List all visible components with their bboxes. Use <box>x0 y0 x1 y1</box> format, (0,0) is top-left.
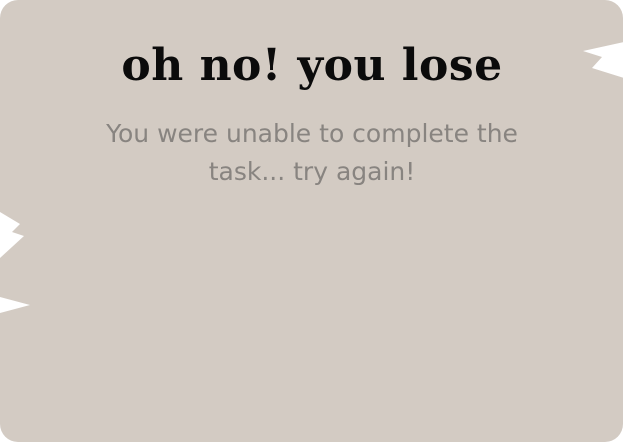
lose-title: oh no! you lose <box>121 40 503 91</box>
lose-message: You were unable to complete the task... … <box>106 119 518 186</box>
game-over-screen: oh no! you lose You were unable to compl… <box>0 0 624 444</box>
torn-edge-left-middle <box>0 212 24 258</box>
torn-edge-left-lower <box>0 297 30 313</box>
